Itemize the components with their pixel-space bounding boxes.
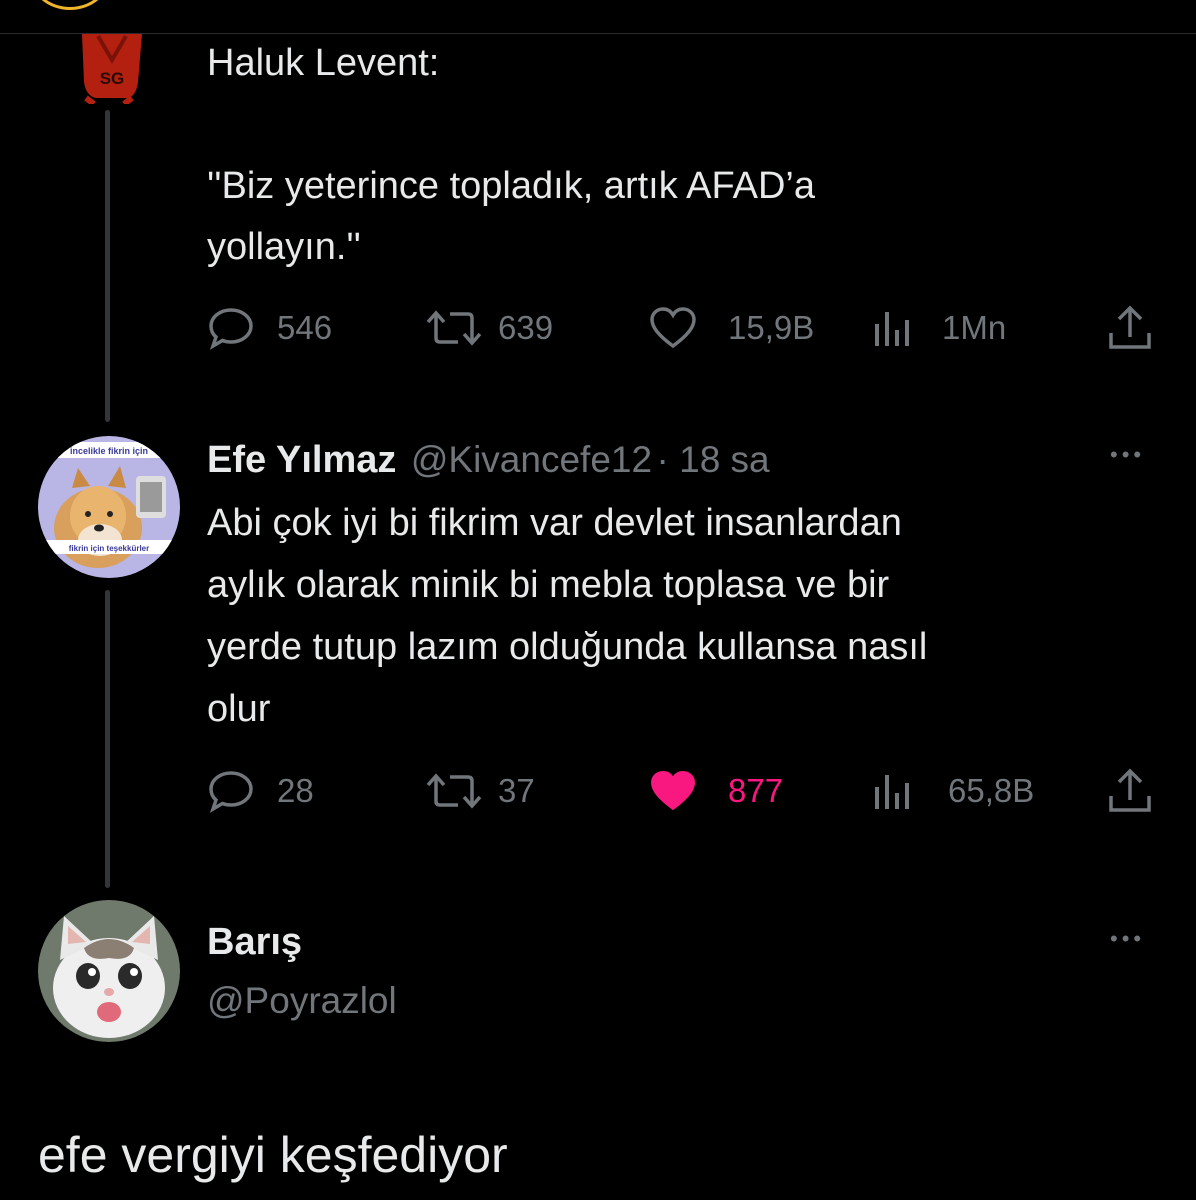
heart-icon <box>650 307 696 349</box>
reply-header: Efe Yılmaz @Kivancefe12 · 18 sa <box>207 436 770 492</box>
reply-timestamp[interactable]: · 18 sa <box>657 439 770 480</box>
main-author-name[interactable]: Barış <box>207 918 302 966</box>
main-avatar[interactable] <box>38 900 180 1042</box>
heart-filled-icon <box>650 770 696 811</box>
retweet-count: 37 <box>498 772 535 809</box>
thread-line <box>105 110 110 422</box>
reply-text-line: Abi çok iyi bi fikrim var devlet insanla… <box>207 502 902 544</box>
header-divider <box>0 33 1196 34</box>
retweet-count: 639 <box>498 309 554 346</box>
comment-icon <box>209 771 253 813</box>
like-button[interactable]: 877 <box>648 766 783 816</box>
quoted-text-line: yollayın.'' <box>207 226 361 268</box>
main-author-handle[interactable]: @Poyrazlol <box>207 977 397 1025</box>
views-count: 1Mn <box>942 309 1007 346</box>
main-tweet-text: efe vergiyi keşfediyor <box>38 1127 508 1183</box>
retweet-icon <box>426 773 482 809</box>
reply-text-line: yerde tutup lazım olduğunda kullansa nas… <box>207 626 928 668</box>
reply-text-line: olur <box>207 688 271 730</box>
comment-icon <box>209 308 253 350</box>
reply-text-line: aylık olarak minik bi mebla toplasa ve b… <box>207 564 890 606</box>
quoted-intro: Haluk Levent: <box>207 42 440 84</box>
reply-avatar-caption: fikrin için teşekkürler <box>69 544 149 553</box>
views-count: 65,8B <box>948 772 1035 809</box>
thread-line <box>105 590 110 888</box>
retweet-icon <box>426 310 482 346</box>
retweet-button[interactable]: 37 <box>424 766 535 816</box>
quoted-avatar[interactable]: SG <box>76 34 148 107</box>
quoted-avatar-label: SG <box>100 69 125 88</box>
share-button[interactable] <box>1106 305 1154 358</box>
more-options-button[interactable]: ••• <box>1110 442 1145 468</box>
like-count: 877 <box>728 772 784 809</box>
like-count: 15,9B <box>728 309 815 346</box>
comment-count: 28 <box>277 772 314 809</box>
reply-author-handle[interactable]: @Kivancefe12 <box>411 439 652 480</box>
profile-avatar-ring[interactable] <box>30 0 110 10</box>
views-button[interactable]: 65,8B <box>870 766 1034 816</box>
views-icon <box>875 312 909 346</box>
quoted-text-line: ''Biz yeterince topladık, artık AFAD’a <box>207 165 815 207</box>
more-options-button[interactable]: ••• <box>1110 926 1145 952</box>
share-icon <box>1109 305 1151 349</box>
views-icon <box>875 775 909 809</box>
comment-button[interactable]: 28 <box>207 766 314 816</box>
reply-author-name[interactable]: Efe Yılmaz <box>207 439 396 481</box>
reply-avatar[interactable]: incelikle fikrin için fikrin için teşekk… <box>38 436 180 578</box>
views-button[interactable]: 1Mn <box>870 303 1006 353</box>
reply-avatar-caption: incelikle fikrin için <box>70 446 148 456</box>
comment-button[interactable]: 546 <box>207 303 332 353</box>
retweet-button[interactable]: 639 <box>424 303 553 353</box>
share-icon <box>1109 768 1151 812</box>
comment-count: 546 <box>277 309 333 346</box>
like-button[interactable]: 15,9B <box>648 303 814 353</box>
share-button[interactable] <box>1106 768 1154 821</box>
